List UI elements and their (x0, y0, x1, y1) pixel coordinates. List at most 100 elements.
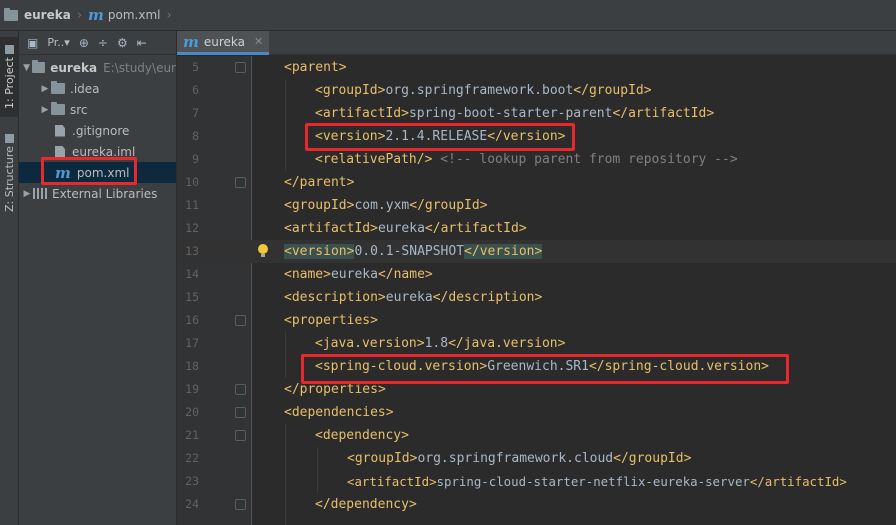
collapsed-arrow-icon[interactable]: ▶ (39, 84, 51, 94)
collapsed-arrow-icon[interactable]: ▶ (39, 105, 51, 115)
fold-icon[interactable] (235, 62, 246, 73)
code-line: 5 <parent> (177, 56, 896, 79)
code-line: 10 </parent> (177, 171, 896, 194)
expanded-arrow-icon[interactable]: ▼ (21, 63, 32, 73)
structure-tool-tab-label: Z: Structure (3, 146, 16, 213)
code-line-current: 13 <version>0.0.1-SNAPSHOT</version> (177, 240, 896, 263)
tree-item-idea[interactable]: ▶ .idea (19, 78, 176, 99)
code-line: 23 <artifactId>spring-cloud-starter-netf… (177, 470, 896, 493)
fold-icon[interactable] (235, 384, 246, 395)
line-number: 8 (192, 129, 199, 143)
project-tool-tab[interactable]: 1: Project (0, 37, 19, 117)
tree-item-path: E:\study\eur (103, 60, 176, 75)
module-file-icon (55, 145, 65, 158)
line-number: 24 (185, 497, 199, 511)
code-text: <groupId>org.springframework.boot</group… (315, 83, 652, 98)
project-panel: ▣ Pr..▾ ⊕ ÷ ⚙ ⇤ ▼ eureka E:\study\eur ▶ … (19, 31, 177, 525)
editor-tab-bar: m eureka ✕ (177, 31, 896, 55)
lightbulb-icon[interactable] (257, 244, 268, 258)
code-text: <java.version>1.8</java.version> (315, 336, 566, 351)
fold-icon[interactable] (235, 499, 246, 510)
close-icon[interactable]: ✕ (254, 35, 263, 48)
hide-panel-icon[interactable]: ⇤ (137, 36, 147, 50)
line-number: 10 (185, 175, 199, 189)
code-line: 20 <dependencies> (177, 401, 896, 424)
line-number: 18 (185, 359, 199, 373)
breadcrumb-separator-icon: › (76, 7, 83, 23)
code-text: <groupId>com.yxm</groupId> (284, 198, 488, 213)
code-line: 15 <description>eureka</description> (177, 286, 896, 309)
line-number: 16 (185, 313, 199, 327)
line-number: 22 (185, 451, 199, 465)
folder-icon (51, 81, 65, 94)
line-number: 19 (185, 382, 199, 396)
project-panel-toolbar: ▣ Pr..▾ ⊕ ÷ ⚙ ⇤ (19, 31, 176, 55)
tab-label: eureka (203, 34, 246, 49)
project-view-icon[interactable]: ▣ (27, 36, 38, 50)
project-tool-tab-label: 1: Project (3, 57, 16, 110)
tree-item-external-libraries[interactable]: ▶ External Libraries (19, 183, 176, 204)
line-number: 6 (192, 83, 199, 97)
line-number: 20 (185, 405, 199, 419)
line-number: 11 (185, 198, 199, 212)
fold-icon[interactable] (235, 430, 246, 441)
tree-item-label: src (70, 102, 88, 117)
code-text: <artifactId>spring-boot-starter-parent</… (315, 106, 715, 121)
line-number: 14 (185, 267, 199, 281)
code-text: <name>eureka</name> (284, 267, 433, 282)
code-text: <parent> (284, 60, 347, 75)
code-text: <description>eureka</description> (284, 290, 543, 305)
code-text: <properties> (284, 313, 378, 328)
highlight-box-spring-cloud-version (301, 354, 789, 384)
line-number: 12 (185, 221, 199, 235)
code-line: 12 <artifactId>eureka</artifactId> (177, 217, 896, 240)
highlight-box-pom (41, 157, 137, 185)
line-number: 17 (185, 336, 199, 350)
line-number: 23 (185, 474, 199, 488)
line-number: 13 (185, 244, 199, 258)
code-line: 9 <relativePath/> <!-- lookup parent fro… (177, 148, 896, 171)
tree-item-label: .idea (70, 81, 100, 96)
line-number: 9 (192, 152, 199, 166)
folder-icon (32, 60, 46, 73)
project-view-selector[interactable]: Pr..▾ (47, 36, 69, 49)
code-line: 16 <properties> (177, 309, 896, 332)
library-icon (33, 188, 47, 199)
collapsed-arrow-icon[interactable]: ▶ (21, 189, 33, 199)
fold-icon[interactable] (235, 315, 246, 326)
fold-icon[interactable] (235, 177, 246, 188)
tree-item-label: .gitignore (72, 123, 130, 138)
folder-icon (51, 102, 65, 115)
collapse-all-icon[interactable]: ÷ (98, 36, 108, 50)
code-text: </parent> (284, 175, 355, 190)
navigation-bar: eureka › m pom.xml › (0, 0, 896, 31)
code-line: 22 <groupId>org.springframework.cloud</g… (177, 447, 896, 470)
project-icon (5, 44, 14, 54)
line-number: 21 (185, 428, 199, 442)
gear-icon[interactable]: ⚙ (117, 36, 128, 50)
text-file-icon (55, 124, 65, 137)
fold-icon[interactable] (235, 407, 246, 418)
highlight-box-version (305, 123, 575, 151)
code-line: 11 <groupId>com.yxm</groupId> (177, 194, 896, 217)
line-number: 15 (185, 290, 199, 304)
tree-item-gitignore[interactable]: .gitignore (19, 120, 176, 141)
structure-tool-tab[interactable]: Z: Structure (0, 123, 19, 223)
breadcrumb-file[interactable]: m pom.xml (88, 6, 160, 24)
tool-window-strip: 1: Project Z: Structure (0, 31, 19, 525)
tree-item-label: eureka (50, 60, 98, 75)
structure-icon (5, 133, 14, 143)
code-text: <dependency> (315, 428, 409, 443)
locate-icon[interactable]: ⊕ (79, 36, 89, 50)
tree-item-label: External Libraries (52, 186, 158, 201)
code-line: 6 <groupId>org.springframework.boot</gro… (177, 79, 896, 102)
code-text: </dependency> (315, 497, 417, 512)
tab-eureka-pom[interactable]: m eureka ✕ (177, 31, 269, 55)
code-line: 17 <java.version>1.8</java.version> (177, 332, 896, 355)
breadcrumb-project[interactable]: eureka (4, 7, 71, 22)
code-text: <artifactId>spring-cloud-starter-netflix… (347, 474, 847, 489)
code-text: <dependencies> (284, 405, 394, 420)
tree-item-src[interactable]: ▶ src (19, 99, 176, 120)
folder-icon (4, 7, 18, 21)
tree-item-eureka[interactable]: ▼ eureka E:\study\eur (19, 57, 176, 78)
